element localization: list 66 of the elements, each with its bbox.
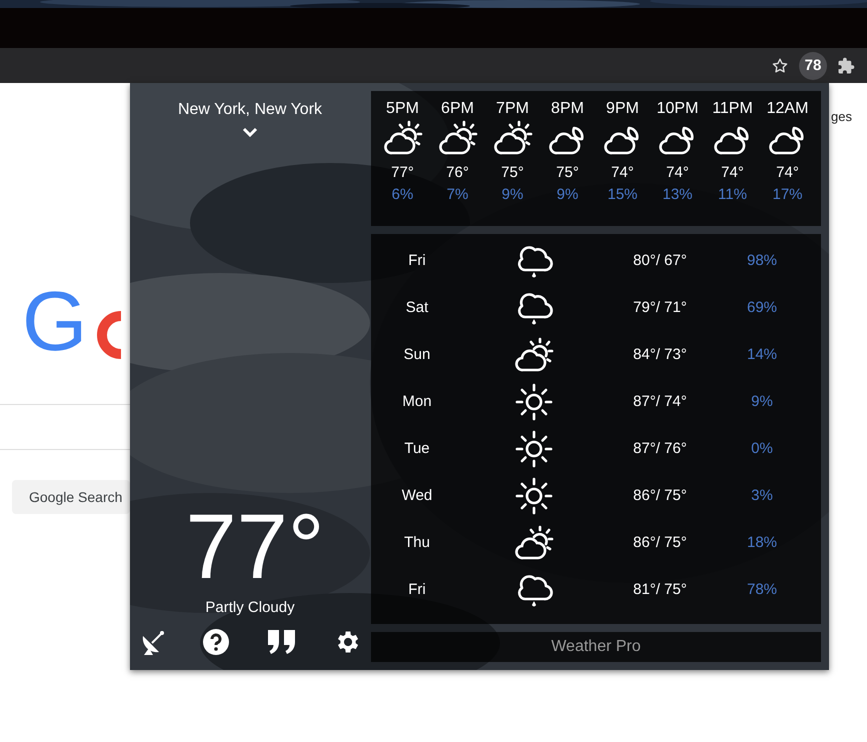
precip-chance: 13% [662, 186, 693, 203]
hour-label: 9PM [606, 100, 639, 118]
hour-label: 6PM [441, 100, 474, 118]
current-temperature: 77° [185, 501, 325, 593]
precip-chance: 18% [746, 534, 778, 551]
hour-temperature: 76° [446, 164, 469, 181]
hour-label: 5PM [386, 100, 419, 118]
temperature-range: 84°/ 73° [632, 346, 688, 363]
day-label: Fri [407, 252, 427, 269]
hour-label: 7PM [496, 100, 529, 118]
sun-icon [514, 382, 554, 422]
precip-chance: 7% [446, 186, 468, 203]
hour-temperature: 74° [776, 164, 799, 181]
app-name: Weather Pro [551, 638, 641, 656]
precip-chance: 69% [746, 299, 778, 316]
precip-chance: 15% [607, 186, 638, 203]
sun-icon [514, 428, 554, 468]
partly-sunny-icon [514, 522, 554, 562]
precip-chance: 98% [746, 252, 778, 269]
bookmark-star-icon[interactable] [771, 56, 789, 74]
temperature-range: 81°/ 75° [632, 581, 688, 598]
temperature-range: 86°/ 75° [632, 534, 688, 551]
day-label: Tue [403, 440, 431, 457]
hour-temperature: 77° [391, 164, 414, 181]
temperature-range: 86°/ 75° [632, 487, 688, 504]
hour-label: 11PM [712, 100, 753, 118]
day-label: Mon [401, 393, 433, 410]
precip-chance: 14% [746, 346, 778, 363]
hour-temperature: 75° [501, 164, 524, 181]
temperature-range: 87°/ 74° [632, 393, 688, 410]
precip-chance: 9% [502, 186, 524, 203]
sun-icon [514, 476, 554, 516]
temperature-range: 80°/ 67° [632, 252, 688, 269]
puzzle-icon[interactable] [837, 56, 855, 74]
hour-temperature: 74° [611, 164, 634, 181]
precip-chance: 11% [718, 186, 747, 203]
precip-chance: 3% [750, 487, 774, 504]
precip-chance: 9% [556, 186, 578, 203]
precip-chance: 6% [392, 186, 414, 203]
partly-sunny-icon [514, 334, 554, 374]
chevron-down-icon[interactable] [242, 127, 258, 137]
precip-chance: 78% [746, 581, 778, 598]
quote-icon[interactable] [266, 628, 298, 656]
hour-label: 10PM [656, 100, 698, 118]
day-label: Wed [400, 487, 434, 504]
hour-temperature: 75° [556, 164, 579, 181]
day-label: Fri [407, 581, 427, 598]
help-icon[interactable] [202, 628, 230, 656]
precip-chance: 17% [772, 186, 803, 203]
current-condition: Partly Cloudy [205, 599, 295, 616]
precip-chance: 0% [750, 440, 774, 457]
temperature-range: 79°/ 71° [632, 299, 688, 316]
day-label: Sun [402, 346, 432, 363]
hour-temperature: 74° [666, 164, 689, 181]
precip-chance: 9% [750, 393, 774, 410]
logo-letter: G [22, 279, 88, 363]
hour-label: 8PM [551, 100, 584, 118]
images-link[interactable]: ges [831, 109, 852, 124]
google-search-button[interactable]: Google Search [12, 480, 130, 514]
day-label: Thu [403, 534, 431, 551]
location-name[interactable]: New York, New York [178, 101, 322, 119]
hour-temperature: 74° [721, 164, 744, 181]
temperature-range: 87°/ 76° [632, 440, 688, 457]
extension-button[interactable]: 78 [799, 52, 827, 80]
hour-label: 12AM [766, 100, 808, 118]
day-label: Sat [404, 299, 430, 316]
